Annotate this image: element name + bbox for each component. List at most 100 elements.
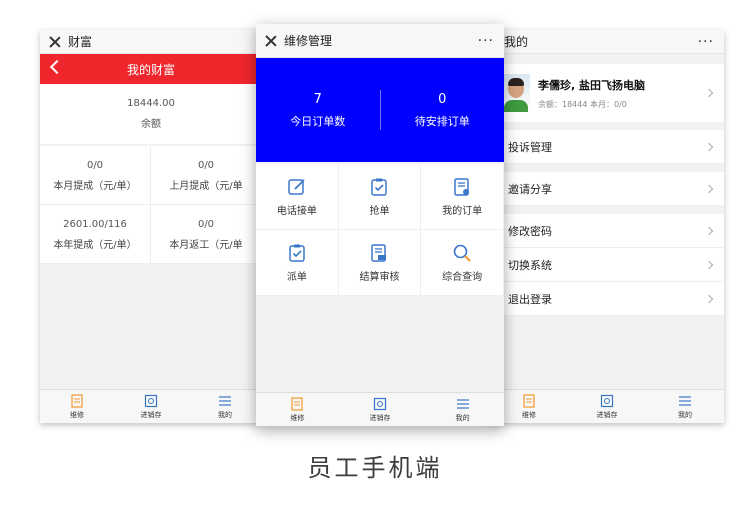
- menu-settlement-audit[interactable]: 结算审核: [338, 230, 422, 296]
- chevron-right-icon: [704, 142, 714, 151]
- menu-icon: [219, 395, 231, 406]
- tab-repair[interactable]: 维修: [40, 390, 114, 423]
- edit-icon: [288, 178, 305, 195]
- menu-item-invite[interactable]: 邀请分享: [490, 172, 724, 206]
- caption: 员工手机端: [307, 454, 443, 482]
- balance-amount: 18444.00: [127, 98, 175, 109]
- stat-label: 本月提成（元/单）: [53, 181, 137, 192]
- document-icon: [291, 396, 303, 411]
- order-summary: 7 今日订单数 0 待安排订单: [256, 58, 504, 162]
- chevron-right-icon: [704, 88, 714, 98]
- stat-label: 本年提成（元/单）: [53, 240, 137, 251]
- menu-item-label: 投诉管理: [508, 140, 552, 154]
- stat-cell: 2601.00/116 本年提成（元/单）: [40, 205, 151, 264]
- function-grid: 电话接单 抢单 我的订单 派单 结算审核 综合查询: [256, 164, 504, 296]
- menu-label: 结算审核: [359, 271, 400, 283]
- profile-summary: 余额：18444 本月：0/0: [538, 99, 627, 109]
- window-title: 我的: [504, 35, 529, 49]
- window-title: 维修管理: [284, 34, 333, 48]
- profile-name: 李儒珍, 盐田飞扬电脑: [538, 78, 646, 92]
- menu-label: 综合查询: [442, 271, 483, 283]
- stat-value: 2601.00/116: [63, 219, 127, 230]
- tab-label: 维修: [70, 410, 84, 419]
- chevron-right-icon: [704, 184, 714, 193]
- menu-item-label: 邀请分享: [508, 182, 552, 196]
- tab-mine[interactable]: 我的: [421, 393, 504, 426]
- menu-dispatch[interactable]: 派单: [256, 230, 339, 296]
- window-titlebar: 我的 ···: [490, 30, 724, 54]
- menu-label: 派单: [286, 271, 307, 283]
- tab-inventory[interactable]: 进销存: [114, 390, 188, 423]
- stat-value: 7: [313, 91, 322, 107]
- tab-label: 我的: [218, 410, 232, 419]
- menu-my-orders[interactable]: 我的订单: [421, 164, 504, 230]
- order-icon: [454, 177, 470, 196]
- menu-icon: [456, 398, 469, 409]
- tab-label: 进销存: [369, 413, 391, 422]
- chevron-right-icon: [704, 226, 714, 235]
- menu-item-change-password[interactable]: 修改密码: [490, 214, 724, 248]
- menu-label: 电话接单: [276, 205, 317, 217]
- bottom-tabbar: 维修 进销存 我的: [40, 389, 262, 423]
- profile-card[interactable]: 李儒珍, 盐田飞扬电脑 余额：18444 本月：0/0: [490, 64, 724, 122]
- tab-label: 维修: [522, 410, 536, 419]
- search-icon: [453, 244, 471, 262]
- tab-inventory[interactable]: 进销存: [568, 390, 646, 423]
- tab-label: 维修: [290, 413, 305, 422]
- tab-mine[interactable]: 我的: [188, 390, 262, 423]
- clipboard-check-icon: [289, 244, 305, 262]
- stat-cell: 0/0 本月提成（元/单）: [40, 146, 151, 205]
- close-icon[interactable]: [48, 35, 62, 49]
- stat-value: 0/0: [197, 160, 215, 171]
- commission-grid: 0/0 本月提成（元/单） 0/0 上月提成（元/单 2601.00/116 本…: [40, 146, 262, 264]
- document-icon: [71, 393, 83, 408]
- tab-mine[interactable]: 我的: [646, 390, 724, 423]
- menu-label: 抢单: [369, 205, 390, 217]
- chevron-right-icon: [704, 294, 714, 303]
- audit-icon: [371, 243, 387, 262]
- page-title: 我的财富: [126, 62, 175, 77]
- stat-today-orders[interactable]: 7 今日订单数: [256, 92, 380, 129]
- box-icon: [144, 394, 158, 407]
- bottom-tabbar: 维修 进销存 我的: [490, 389, 724, 423]
- tab-repair[interactable]: 维修: [256, 393, 339, 426]
- stat-label: 今日订单数: [290, 114, 346, 128]
- window-titlebar: 财富: [40, 30, 262, 54]
- menu-item-logout[interactable]: 退出登录: [490, 282, 724, 316]
- tab-label: 进销存: [140, 410, 162, 419]
- more-icon[interactable]: ···: [698, 34, 714, 50]
- stat-label: 本月返工（元/单: [169, 240, 243, 251]
- stat-cell: 0/0 本月返工（元/单: [151, 205, 262, 264]
- page-header: 我的财富: [40, 54, 262, 84]
- balance-panel: 18444.00 余额: [40, 84, 262, 144]
- clipboard-check-icon: [371, 178, 388, 196]
- box-icon: [600, 394, 614, 407]
- stat-value: 0: [438, 91, 447, 107]
- stat-value: 0/0: [86, 160, 104, 171]
- tab-label: 我的: [678, 410, 692, 419]
- stat-pending-orders[interactable]: 0 待安排订单: [381, 92, 505, 129]
- menu-icon: [679, 395, 691, 406]
- menu-item-complaints[interactable]: 投诉管理: [490, 130, 724, 164]
- menu-general-query[interactable]: 综合查询: [421, 230, 504, 296]
- stat-label: 上月提成（元/单: [169, 181, 243, 192]
- close-icon[interactable]: [264, 34, 278, 48]
- menu-phone-order[interactable]: 电话接单: [256, 164, 339, 230]
- stat-cell: 0/0 上月提成（元/单: [151, 146, 262, 205]
- document-icon: [523, 393, 535, 408]
- tab-inventory[interactable]: 进销存: [339, 393, 422, 426]
- menu-item-label: 切换系统: [508, 258, 552, 272]
- menu-item-label: 退出登录: [508, 292, 552, 306]
- back-arrow-icon[interactable]: [49, 59, 65, 75]
- menu-item-label: 修改密码: [508, 224, 552, 238]
- stat-value: 0/0: [197, 219, 215, 230]
- avatar: [502, 74, 530, 112]
- menu-grab-order[interactable]: 抢单: [338, 164, 422, 230]
- phone-repair-management-screen: 维修管理 ··· 7 今日订单数 0 待安排订单 电话接单 抢单 我的订单 派单: [256, 24, 504, 426]
- balance-label: 余额: [141, 119, 161, 130]
- window-title: 财富: [68, 35, 93, 49]
- box-icon: [373, 397, 387, 410]
- more-icon[interactable]: ···: [478, 33, 494, 49]
- menu-item-switch-system[interactable]: 切换系统: [490, 248, 724, 282]
- chevron-right-icon: [704, 260, 714, 269]
